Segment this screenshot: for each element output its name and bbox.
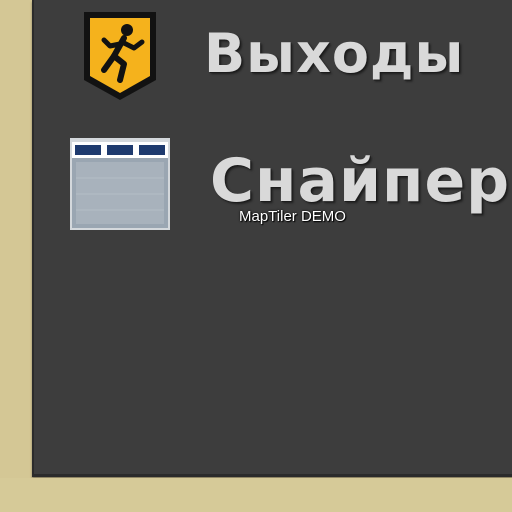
legend-label-snipers: Снайпер — [210, 146, 511, 216]
running-person-exit-icon — [84, 12, 156, 100]
legend-item-exits: Выходы — [0, 8, 512, 100]
legend-label-exits: Выходы — [204, 22, 465, 85]
legend-item-snipers: Снайпер — [0, 132, 512, 230]
map-background-strip — [0, 478, 512, 512]
maptiler-watermark: MapTiler DEMO — [239, 208, 346, 225]
window-sniper-icon — [70, 138, 170, 230]
map-tile: Выходы Снайпер MapTiler DEMO — [0, 0, 512, 512]
